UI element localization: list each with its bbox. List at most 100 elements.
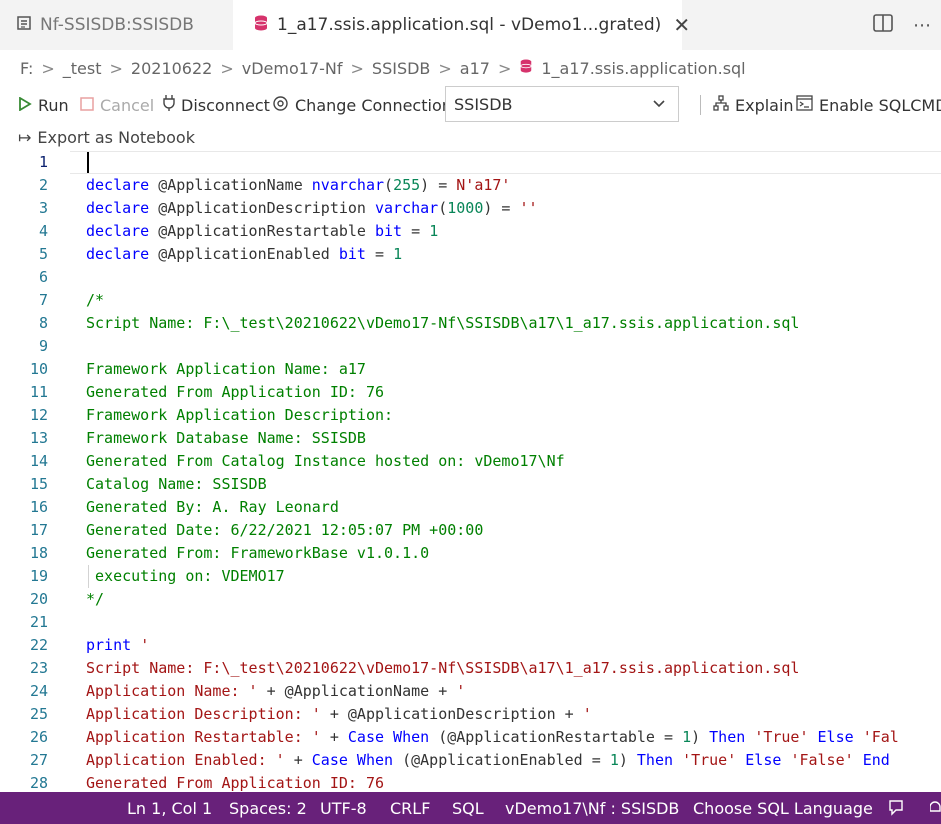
line-number: 24	[29, 682, 48, 700]
tab-label: Nf-SSISDB:SSISDB	[40, 15, 194, 35]
change-connection-button[interactable]: Change Connection	[272, 86, 452, 124]
code-token: Else	[817, 728, 854, 746]
disconnect-button[interactable]: Disconnect	[163, 86, 270, 124]
code-line[interactable]: 25 Application Description: ' + @Applicat…	[0, 703, 941, 726]
code-line[interactable]: 12 Framework Application Description:	[0, 404, 941, 427]
status-connection[interactable]: vDemo17\Nf : SSISDB	[505, 792, 679, 824]
code-line[interactable]: 15 Catalog Name: SSISDB	[0, 473, 941, 496]
code-token: */	[86, 590, 105, 608]
notifications-icon[interactable]	[930, 792, 941, 824]
code-line[interactable]: 23 Script Name: F:\_test\20210622\vDemo17…	[0, 657, 941, 680]
code-line[interactable]: 4 declare @ApplicationRestartable bit = 1	[0, 220, 941, 243]
status-indentation[interactable]: Spaces: 2	[229, 792, 307, 824]
code-line[interactable]: 8 Script Name: F:\_test\20210622\vDemo17-…	[0, 312, 941, 335]
code-line[interactable]: 28 Generated From Application ID: 76	[0, 772, 941, 792]
code-line[interactable]: 26 Application Restartable: ' + Case When…	[0, 726, 941, 749]
code-line[interactable]: 21	[0, 611, 941, 634]
code-line[interactable]: 3 declare @ApplicationDescription varchar…	[0, 197, 941, 220]
code-line[interactable]: 2 declare @ApplicationName nvarchar(255) …	[0, 174, 941, 197]
code-line[interactable]: 5 declare @ApplicationEnabled bit = 1	[0, 243, 941, 266]
chevron-right-icon: >	[109, 58, 123, 78]
line-number: 15	[29, 475, 48, 493]
line-number: 9	[38, 337, 48, 355]
database-select[interactable]: SSISDB	[445, 86, 679, 122]
status-cursor-position[interactable]: Ln 1, Col 1	[127, 792, 212, 824]
code-token: declare	[86, 176, 150, 194]
tab-label: 1_a17.ssis.application.sql - vDemo1...gr…	[277, 15, 662, 35]
code-line[interactable]: 9	[0, 335, 941, 358]
code-line[interactable]: 1	[0, 151, 941, 174]
export-notebook-button[interactable]: ↦ Export as Notebook	[18, 126, 195, 148]
breadcrumb-file[interactable]: 1_a17.ssis.application.sql	[519, 58, 746, 78]
chevron-right-icon: >	[41, 58, 55, 78]
breadcrumb-item[interactable]: _test	[63, 59, 102, 78]
line-number: 2	[38, 176, 48, 194]
code-line[interactable]: 14 Generated From Catalog Instance hosted…	[0, 450, 941, 473]
code-token: 1	[429, 222, 439, 240]
tab-application-sql[interactable]: 1_a17.ssis.application.sql - vDemo1...gr…	[233, 0, 690, 50]
breadcrumb-item[interactable]: SSISDB	[372, 59, 430, 78]
code-text: declare @ApplicationName nvarchar(255) =…	[86, 174, 510, 197]
status-language[interactable]: SQL	[452, 792, 484, 824]
breadcrumb-item[interactable]: a17	[460, 59, 490, 78]
cancel-button[interactable]: Cancel	[80, 86, 154, 124]
code-line[interactable]: 11 Generated From Application ID: 76	[0, 381, 941, 404]
line-number: 10	[29, 360, 48, 378]
chevron-right-icon: >	[438, 58, 452, 78]
code-line[interactable]: 24 Application Name: ' + @ApplicationName…	[0, 680, 941, 703]
code-token: )	[691, 728, 710, 746]
breadcrumb-item[interactable]: F:	[20, 59, 33, 78]
toolbar-divider	[700, 95, 701, 115]
code-line[interactable]: 16 Generated By: A. Ray Leonard	[0, 496, 941, 519]
breadcrumb-item[interactable]: 20210622	[131, 59, 212, 78]
code-line[interactable]: 6	[0, 266, 941, 289]
more-actions-icon[interactable]: ⋯	[913, 15, 931, 36]
line-number: 6	[38, 268, 48, 286]
code-token: Application Restartable: '	[86, 728, 321, 746]
tab-query-ssisdb[interactable]: Nf-SSISDB:SSISDB	[0, 0, 232, 50]
close-icon[interactable]: ✕	[673, 13, 690, 37]
stop-icon	[80, 96, 94, 115]
status-eol[interactable]: CRLF	[390, 792, 430, 824]
code-line[interactable]: 7 /*	[0, 289, 941, 312]
code-line[interactable]: 22 print '	[0, 634, 941, 657]
code-line[interactable]: 20 */	[0, 588, 941, 611]
code-token: Framework Application Name: a17	[86, 360, 366, 378]
status-encoding[interactable]: UTF-8	[320, 792, 367, 824]
enable-sqlcmd-label: Enable SQLCMD	[819, 95, 941, 115]
code-token: ) =	[483, 199, 520, 217]
enable-sqlcmd-button[interactable]: Enable SQLCMD	[796, 86, 941, 124]
code-editor[interactable]: 1 2 declare @ApplicationName nvarchar(255)…	[0, 151, 941, 792]
chevron-down-icon	[652, 95, 666, 114]
breadcrumb-item[interactable]: vDemo17-Nf	[242, 59, 343, 78]
code-line[interactable]: 18 Generated From: FrameworkBase v1.0.1.0	[0, 542, 941, 565]
status-choose-sql-language[interactable]: Choose SQL Language	[693, 792, 873, 824]
run-button[interactable]: Run	[18, 86, 69, 124]
code-line[interactable]: 27 Application Enabled: ' + Case When (@A…	[0, 749, 941, 772]
split-editor-icon[interactable]	[873, 13, 893, 37]
line-number: 20	[29, 590, 48, 608]
feedback-icon[interactable]	[888, 792, 908, 824]
hierarchy-icon	[713, 95, 729, 115]
code-text: Generated From Application ID: 76	[86, 772, 384, 792]
code-line[interactable]: 19 executing on: VDEMO17	[0, 565, 941, 588]
code-token: Catalog Name: SSISDB	[86, 475, 267, 493]
code-token: 255	[393, 176, 421, 194]
code-token: declare	[86, 222, 150, 240]
status-bar: Ln 1, Col 1 Spaces: 2 UTF-8 CRLF SQL vDe…	[0, 792, 941, 824]
code-line[interactable]: 10 Framework Application Name: a17	[0, 358, 941, 381]
code-line[interactable]: 17 Generated Date: 6/22/2021 12:05:07 PM …	[0, 519, 941, 542]
code-token: @ApplicationRestartable	[149, 222, 375, 240]
code-text: Application Restartable: ' + Case When (…	[86, 726, 899, 749]
code-token: Then	[709, 728, 746, 746]
code-text: Script Name: F:\_test\20210622\vDemo17-N…	[86, 312, 799, 335]
explain-button[interactable]: Explain	[713, 86, 794, 124]
code-line[interactable]: 13 Framework Database Name: SSISDB	[0, 427, 941, 450]
database-icon	[253, 14, 269, 37]
code-text: Generated From: FrameworkBase v1.0.1.0	[86, 542, 429, 565]
line-number: 18	[29, 544, 48, 562]
